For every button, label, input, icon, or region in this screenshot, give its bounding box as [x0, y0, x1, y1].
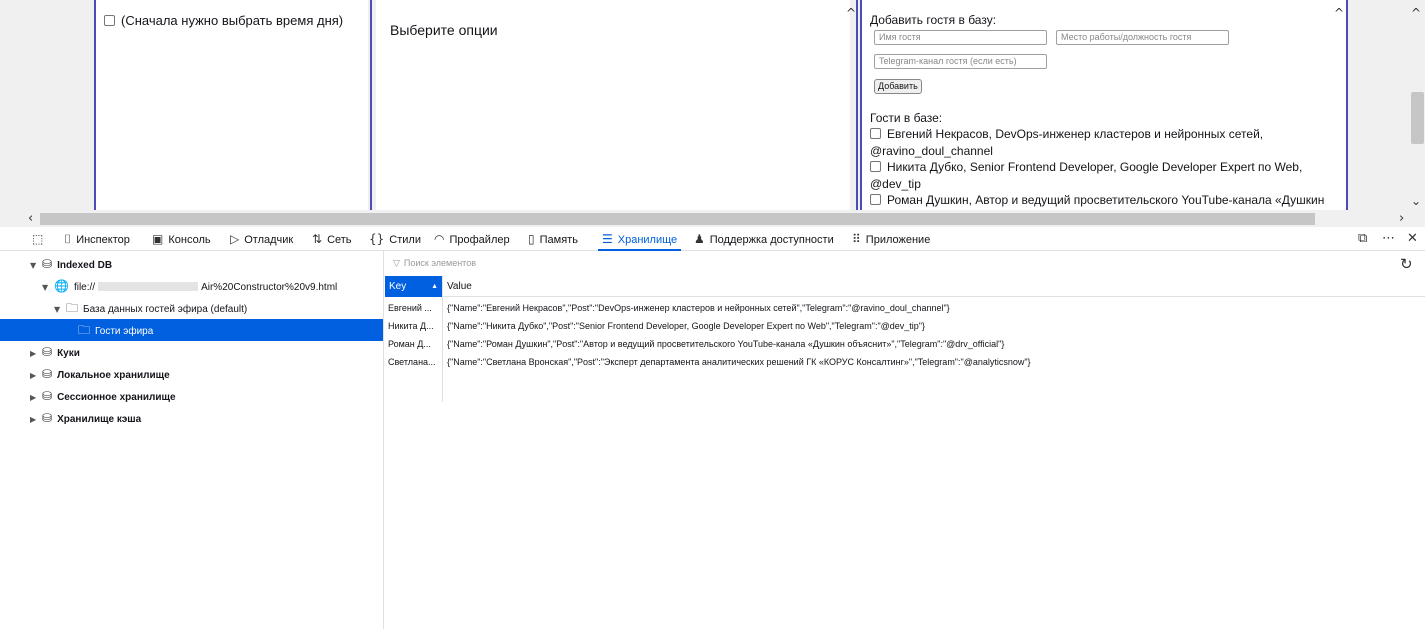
tree-file-origin[interactable]: ▼ 🌐 file://Air%20Constructor%20v9.html	[0, 275, 384, 297]
tab-inspector[interactable]: ⌷ Инспектор	[64, 227, 130, 251]
database-icon: ⛁	[42, 367, 53, 381]
tab-accessibility[interactable]: ♟ Поддержка доступности	[694, 227, 834, 251]
expanded-icon: ▼	[54, 305, 61, 314]
guest-label: Роман Душкин, Автор и ведущий просветите…	[887, 193, 1325, 207]
inspector-icon: ⌷	[64, 232, 72, 246]
guest-item[interactable]: Роман Душкин, Автор и ведущий просветите…	[870, 192, 1330, 209]
tab-network[interactable]: ⇅ Сеть	[312, 227, 352, 251]
page-scroll-down-icon[interactable]: ⌄	[1411, 194, 1421, 208]
responsive-design-icon[interactable]: ⧉	[1358, 227, 1367, 251]
folder-icon: 🗀	[78, 323, 91, 337]
column-border	[370, 0, 372, 210]
column-border	[1346, 0, 1348, 210]
column-header-value[interactable]: Value	[447, 276, 472, 297]
guests-list-title: Гости в базе:	[870, 111, 943, 125]
guest-item[interactable]: Евгений Некрасов, DevOps-инженер кластер…	[870, 126, 1330, 159]
tree-object-store[interactable]: 🗀 Гости эфира	[0, 319, 383, 341]
add-guest-title: Добавить гостя в базу:	[870, 13, 997, 27]
tree-cache-storage[interactable]: ▶ ⛁ Хранилище кэша	[0, 407, 384, 429]
guest-checkbox[interactable]	[870, 194, 881, 205]
filter-icon: ▽	[393, 259, 400, 269]
options-title: Выберите опции	[390, 22, 498, 38]
tab-application[interactable]: ⠿ Приложение	[852, 227, 930, 251]
memory-icon: ▯	[528, 232, 535, 246]
time-checkbox[interactable]	[104, 15, 115, 26]
expanded-icon: ▼	[30, 261, 37, 270]
more-options-icon[interactable]: ⋯	[1382, 227, 1395, 251]
folder-icon: 🗀	[66, 301, 79, 315]
guest-post-input[interactable]: Место работы/должность гостя	[1056, 30, 1229, 45]
tree-local-storage[interactable]: ▶ ⛁ Локальное хранилище	[0, 363, 384, 385]
column-header-key[interactable]: Key ▲	[385, 276, 442, 297]
collapsed-icon: ▶	[30, 415, 37, 424]
scroll-left-icon[interactable]: ‹	[28, 211, 33, 226]
col3-scroll-up-icon[interactable]: ^	[1334, 6, 1344, 20]
time-checkbox-label: (Сначала нужно выбрать время дня)	[121, 13, 344, 28]
column-border	[856, 0, 858, 210]
database-icon: ⛁	[42, 389, 53, 403]
table-row[interactable]: Роман Д... {"Name":"Роман Душкин","Post":…	[385, 335, 1425, 353]
storage-table-panel: ▽ Поиск элементов ↻ Key ▲ Value Евгений ..…	[385, 251, 1425, 629]
collapsed-icon: ▶	[30, 393, 37, 402]
tree-session-storage[interactable]: ▶ ⛁ Сессионное хранилище	[0, 385, 384, 407]
collapsed-icon: ▶	[30, 349, 37, 358]
table-row[interactable]: Евгений ... {"Name":"Евгений Некрасов","P…	[385, 299, 1425, 317]
console-icon: ▣	[152, 232, 164, 246]
redacted-path	[98, 282, 199, 291]
page-horizontal-scrollbar-thumb[interactable]	[40, 213, 1315, 225]
collapsed-icon: ▶	[30, 371, 37, 380]
guest-checkbox[interactable]	[870, 128, 881, 139]
col2-scroll-up-icon[interactable]: ^	[846, 6, 856, 20]
styles-icon: {}	[369, 232, 385, 246]
guest-telegram: @dev_tip	[870, 176, 921, 191]
accessibility-icon: ♟	[694, 232, 705, 246]
devtools-toolbar: ⬚ ⌷ Инспектор ▣ Консоль ▷ Отладчик ⇅ Сеть {}…	[0, 227, 1425, 251]
tab-profiler[interactable]: ◠ Профайлер	[434, 227, 510, 251]
tab-debugger[interactable]: ▷ Отладчик	[230, 227, 293, 251]
tree-indexed-db[interactable]: ▼ ⛁ Indexed DB	[0, 253, 384, 275]
tree-cookies[interactable]: ▶ ⛁ Куки	[0, 341, 384, 363]
tree-database[interactable]: ▼ 🗀 База данных гостей эфира (default)	[0, 297, 384, 319]
time-column: (Сначала нужно выбрать время дня)	[96, 0, 368, 210]
application-icon: ⠿	[852, 232, 861, 246]
guests-column: Добавить гостя в базу: Имя гостя Место р…	[862, 0, 1346, 210]
storage-tree: ▼ ⛁ Indexed DB ▼ 🌐 file://Air%20Constructor%…	[0, 251, 384, 629]
close-icon[interactable]: ✕	[1407, 227, 1418, 251]
guest-telegram-input[interactable]: Telegram-канал гостя (если есть)	[874, 54, 1047, 69]
guest-label: Никита Дубко, Senior Frontend Developer,…	[887, 160, 1303, 174]
element-picker-icon[interactable]: ⬚	[32, 227, 48, 251]
table-row[interactable]: Светлана... {"Name":"Светлана Вронская","…	[385, 353, 1425, 371]
page-scroll-up-icon[interactable]: ^	[1411, 6, 1421, 20]
tab-storage[interactable]: ☰ Хранилище	[598, 227, 682, 251]
profiler-icon: ◠	[434, 232, 445, 246]
guest-name-input[interactable]: Имя гостя	[874, 30, 1047, 45]
filter-input[interactable]: ▽ Поиск элементов	[393, 258, 476, 269]
globe-icon: 🌐	[54, 279, 69, 293]
guest-label: Евгений Некрасов, DevOps-инженер кластер…	[887, 127, 1264, 141]
table-header: Key ▲ Value	[385, 276, 1425, 297]
options-column: Выберите опции	[376, 0, 850, 210]
table-row[interactable]: Никита Д... {"Name":"Никита Дубко","Post"…	[385, 317, 1425, 335]
database-icon: ⛁	[42, 345, 53, 359]
tab-console[interactable]: ▣ Консоль	[152, 227, 211, 251]
page-viewport: (Сначала нужно выбрать время дня) Выбери…	[0, 0, 1425, 210]
network-icon: ⇅	[312, 232, 323, 246]
refresh-icon[interactable]: ↻	[1400, 255, 1413, 273]
database-icon: ⛁	[42, 257, 53, 271]
storage-icon: ☰	[602, 232, 613, 246]
scroll-right-icon[interactable]: ›	[1399, 211, 1404, 226]
page-vertical-scrollbar-thumb[interactable]	[1411, 92, 1424, 144]
time-option[interactable]: (Сначала нужно выбрать время дня)	[104, 13, 343, 28]
tab-styles[interactable]: {} Стили	[369, 227, 421, 251]
debugger-icon: ▷	[230, 232, 240, 246]
guest-item[interactable]: Никита Дубко, Senior Frontend Developer,…	[870, 159, 1330, 192]
database-icon: ⛁	[42, 411, 53, 425]
tab-memory[interactable]: ▯ Память	[528, 227, 578, 251]
sort-ascending-icon: ▲	[431, 283, 438, 290]
expanded-icon: ▼	[42, 283, 49, 292]
guest-checkbox[interactable]	[870, 161, 881, 172]
add-guest-button[interactable]: Добавить	[874, 79, 922, 94]
guest-telegram: @ravino_doul_channel	[870, 143, 993, 158]
